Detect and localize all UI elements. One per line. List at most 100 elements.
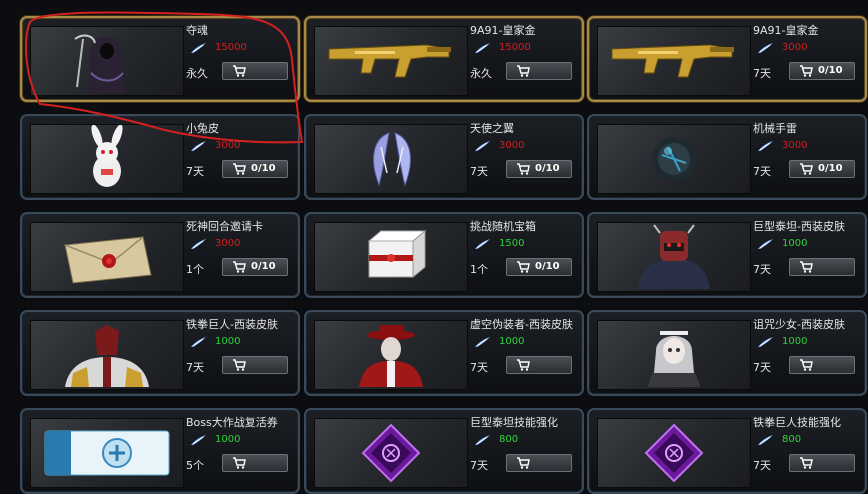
reaper-icon — [74, 34, 127, 93]
item-thumbnail[interactable] — [597, 320, 751, 390]
shop-item-card[interactable]: 小兔皮 3000 7天 0/10 — [20, 114, 300, 200]
item-thumbnail[interactable] — [30, 320, 184, 390]
buy-button[interactable]: 0/10 — [222, 160, 288, 178]
item-price: 1000 — [499, 336, 525, 347]
item-price: 1000 — [215, 336, 241, 347]
item-price: 3000 — [782, 140, 808, 151]
item-thumbnail[interactable] — [597, 124, 751, 194]
item-thumbnail[interactable] — [314, 124, 468, 194]
item-thumbnail[interactable] — [30, 124, 184, 194]
item-name: 诅咒少女-西装皮肤 — [753, 318, 845, 331]
buy-button[interactable]: 0/10 — [222, 258, 288, 276]
shop-item-card[interactable]: 巨型泰坦-西装皮肤 1000 7天 — [587, 212, 867, 298]
purchase-count: 0/10 — [251, 163, 276, 174]
shopping-cart-icon — [517, 359, 530, 371]
purchase-count: 0/10 — [535, 163, 560, 174]
item-name: 巨型泰坦技能强化 — [470, 416, 558, 429]
buy-button[interactable] — [506, 454, 572, 472]
buy-button[interactable]: 0/10 — [789, 160, 855, 178]
shop-item-card[interactable]: 铁拳巨人-西装皮肤 1000 7天 — [20, 310, 300, 396]
item-price: 3000 — [215, 238, 241, 249]
blue-feather-gem-icon — [475, 337, 490, 347]
item-name: 9A91-皇家金 — [753, 24, 819, 37]
item-thumbnail[interactable] — [30, 222, 184, 292]
item-duration: 7天 — [753, 165, 771, 178]
grenade-icon — [652, 137, 696, 181]
blue-feather-gem-icon — [758, 239, 773, 249]
shopping-cart-icon — [233, 65, 246, 77]
item-price: 1000 — [782, 336, 808, 347]
item-name: 虚空伪装者-西装皮肤 — [470, 318, 573, 331]
item-thumbnail[interactable] — [314, 222, 468, 292]
item-name: Boss大作战复活券 — [186, 416, 278, 429]
buy-button[interactable] — [222, 454, 288, 472]
blue-feather-gem-icon — [475, 239, 490, 249]
item-thumbnail[interactable] — [30, 418, 184, 488]
shop-item-card[interactable]: Boss大作战复活券 1000 5个 — [20, 408, 300, 494]
item-price: 1500 — [499, 238, 525, 249]
shop-item-card[interactable]: 诅咒少女-西装皮肤 1000 7天 — [587, 310, 867, 396]
item-duration: 7天 — [186, 361, 204, 374]
shop-item-card[interactable]: 夺魂 15000 永久 — [20, 16, 300, 102]
item-name: 挑战随机宝箱 — [470, 220, 536, 233]
envelope-icon — [64, 236, 152, 284]
blue-feather-gem-icon — [191, 141, 206, 151]
cursed-girl-skin-icon — [648, 331, 700, 387]
item-duration: 7天 — [470, 361, 488, 374]
shop-item-card[interactable]: 9A91-皇家金 3000 7天 0/10 — [587, 16, 867, 102]
item-name: 夺魂 — [186, 24, 208, 37]
shop-item-card[interactable]: 铁拳巨人技能强化 800 7天 — [587, 408, 867, 494]
item-thumbnail[interactable] — [314, 26, 468, 96]
item-price: 3000 — [215, 140, 241, 151]
item-name: 铁拳巨人技能强化 — [753, 416, 841, 429]
blue-feather-gem-icon — [475, 435, 490, 445]
shop-item-card[interactable]: 死神回合邀请卡 3000 1个 0/10 — [20, 212, 300, 298]
buy-button[interactable] — [789, 258, 855, 276]
item-name: 小兔皮 — [186, 122, 219, 135]
item-thumbnail[interactable] — [314, 320, 468, 390]
item-thumbnail[interactable] — [30, 26, 184, 96]
buy-button[interactable] — [506, 356, 572, 374]
item-name: 死神回合邀请卡 — [186, 220, 263, 233]
item-price: 3000 — [782, 42, 808, 53]
void-disguiser-skin-icon — [359, 325, 423, 387]
item-price: 15000 — [215, 42, 247, 53]
shop-item-card[interactable]: 巨型泰坦技能强化 800 7天 — [304, 408, 584, 494]
shop-item-card[interactable]: 机械手雷 3000 7天 0/10 — [587, 114, 867, 200]
item-thumbnail[interactable] — [597, 418, 751, 488]
shopping-cart-icon — [233, 261, 246, 273]
buy-button[interactable]: 0/10 — [789, 62, 855, 80]
blue-feather-gem-icon — [191, 239, 206, 249]
iron-fist-skin-icon — [65, 325, 149, 387]
buy-button[interactable] — [789, 454, 855, 472]
shopping-cart-icon — [800, 359, 813, 371]
shop-item-card[interactable]: 挑战随机宝箱 1500 1个 0/10 — [304, 212, 584, 298]
shop-item-card[interactable]: 天使之翼 3000 7天 0/10 — [304, 114, 584, 200]
item-name: 机械手雷 — [753, 122, 797, 135]
item-thumbnail[interactable] — [314, 418, 468, 488]
shopping-cart-icon — [800, 261, 813, 273]
shopping-cart-icon — [233, 457, 246, 469]
item-duration: 7天 — [753, 361, 771, 374]
item-thumbnail[interactable] — [597, 222, 751, 292]
shop-item-card[interactable]: 虚空伪装者-西装皮肤 1000 7天 — [304, 310, 584, 396]
item-duration: 7天 — [753, 459, 771, 472]
item-thumbnail[interactable] — [597, 26, 751, 96]
buy-button[interactable]: 0/10 — [506, 258, 572, 276]
item-duration: 1个 — [470, 263, 488, 276]
item-price: 1000 — [782, 238, 808, 249]
shop-item-card[interactable]: 9A91-皇家金 15000 永久 — [304, 16, 584, 102]
item-name: 铁拳巨人-西装皮肤 — [186, 318, 278, 331]
buy-button[interactable] — [506, 62, 572, 80]
shopping-cart-icon — [800, 163, 813, 175]
item-duration: 永久 — [470, 67, 492, 80]
item-duration: 7天 — [186, 165, 204, 178]
buy-button[interactable] — [789, 356, 855, 374]
item-name: 巨型泰坦-西装皮肤 — [753, 220, 845, 233]
buy-button[interactable] — [222, 356, 288, 374]
item-duration: 永久 — [186, 67, 208, 80]
item-duration: 7天 — [753, 263, 771, 276]
purchase-count: 0/10 — [818, 65, 843, 76]
buy-button[interactable] — [222, 62, 288, 80]
buy-button[interactable]: 0/10 — [506, 160, 572, 178]
